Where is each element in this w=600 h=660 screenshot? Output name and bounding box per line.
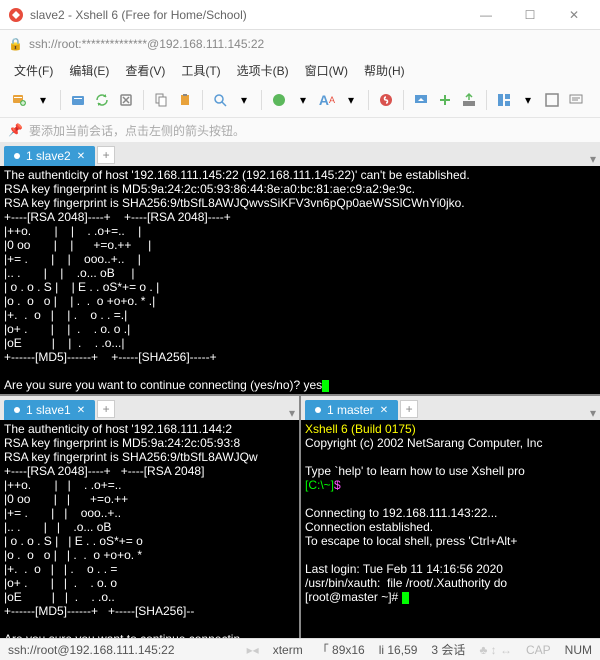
status-dot-icon xyxy=(315,407,321,413)
status-connection: ssh://root@192.168.111.145:22 xyxy=(8,643,175,657)
titlebar: slave2 - Xshell 6 (Free for Home/School)… xyxy=(0,0,600,30)
font-button[interactable]: AA xyxy=(316,89,338,111)
tabbar-slave1: 1 slave1 ✕ + ▾ xyxy=(0,396,299,420)
separator xyxy=(403,90,404,110)
menu-help[interactable]: 帮助(H) xyxy=(358,60,411,81)
menu-edit[interactable]: 编辑(E) xyxy=(63,60,115,81)
menu-tabs[interactable]: 选项卡(B) xyxy=(231,60,295,81)
find-button[interactable] xyxy=(209,89,231,111)
script-button[interactable] xyxy=(375,89,397,111)
menu-window[interactable]: 窗口(W) xyxy=(299,60,354,81)
pin-icon[interactable]: 📌 xyxy=(8,123,23,137)
tab-slave1[interactable]: 1 slave1 ✕ xyxy=(4,400,95,420)
close-button[interactable]: ✕ xyxy=(556,3,592,27)
color-dropdown[interactable]: ▾ xyxy=(292,89,314,111)
new-tab-button[interactable]: + xyxy=(400,400,418,418)
address-bar: 🔒 ssh://root:**************@192.168.111.… xyxy=(0,30,600,58)
copy-button[interactable] xyxy=(150,89,172,111)
color-button[interactable] xyxy=(268,89,290,111)
minimize-button[interactable]: — xyxy=(468,3,504,27)
separator xyxy=(202,90,203,110)
separator xyxy=(143,90,144,110)
tabbar-slave2: 1 slave2 ✕ + ▾ xyxy=(0,142,600,166)
font-dropdown[interactable]: ▾ xyxy=(340,89,362,111)
transfer-button[interactable] xyxy=(410,89,432,111)
separator xyxy=(60,90,61,110)
layout-button[interactable] xyxy=(493,89,515,111)
close-tab-icon[interactable]: ✕ xyxy=(77,405,85,416)
terminal-slave1[interactable]: The authenticity of host '192.168.111.14… xyxy=(0,420,299,638)
tab-dropdown[interactable]: ▾ xyxy=(590,406,596,420)
find-dropdown[interactable]: ▾ xyxy=(233,89,255,111)
status-num: NUM xyxy=(565,643,592,657)
status-dot-icon xyxy=(14,153,20,159)
status-term-type: xterm xyxy=(273,643,303,657)
close-tab-icon[interactable]: ✕ xyxy=(380,405,388,416)
tab-dropdown[interactable]: ▾ xyxy=(289,406,295,420)
upload-button[interactable] xyxy=(458,89,480,111)
hint-text: 要添加当前会话，点击左侧的箭头按钮。 xyxy=(29,122,245,139)
tab-dropdown[interactable]: ▾ xyxy=(590,152,596,166)
menu-tools[interactable]: 工具(T) xyxy=(175,60,226,81)
separator xyxy=(368,90,369,110)
menu-bar: 文件(F) 编辑(E) 查看(V) 工具(T) 选项卡(B) 窗口(W) 帮助(… xyxy=(0,58,600,82)
separator xyxy=(261,90,262,110)
tab-label: 1 slave2 xyxy=(26,149,71,163)
menu-file[interactable]: 文件(F) xyxy=(8,60,59,81)
status-dot-icon xyxy=(14,407,20,413)
lock-icon: 🔒 xyxy=(8,37,23,51)
paste-button[interactable] xyxy=(174,89,196,111)
hint-bar: 📌 要添加当前会话，点击左侧的箭头按钮。 xyxy=(0,118,600,142)
fullscreen-button[interactable] xyxy=(541,89,563,111)
pane-slave2: 1 slave2 ✕ + ▾ The authenticity of host … xyxy=(0,142,600,394)
new-tab-button[interactable]: + xyxy=(97,400,115,418)
close-tab-icon[interactable]: ✕ xyxy=(77,151,85,162)
status-size: 「 89x16 xyxy=(317,641,365,658)
menu-view[interactable]: 查看(V) xyxy=(119,60,171,81)
new-tab-button[interactable]: + xyxy=(97,146,115,164)
disconnect-button[interactable] xyxy=(115,89,137,111)
maximize-button[interactable]: ☐ xyxy=(512,3,548,27)
status-sessions: 3 会话 xyxy=(431,641,465,658)
status-cursor-pos: li 16,59 xyxy=(379,643,418,657)
toolbar: ▾ ▾ ▾ AA ▾ ▾ xyxy=(0,82,600,118)
app-icon xyxy=(8,7,24,23)
pane-slave1: 1 slave1 ✕ + ▾ The authenticity of host … xyxy=(0,396,299,638)
status-caps: CAP xyxy=(526,643,551,657)
tab-label: 1 slave1 xyxy=(26,403,71,417)
xftp-button[interactable] xyxy=(434,89,456,111)
tab-master[interactable]: 1 master ✕ xyxy=(305,400,398,420)
status-bar: ssh://root@192.168.111.145:22 ▸◂ xterm 「… xyxy=(0,638,600,660)
open-button[interactable] xyxy=(67,89,89,111)
bottom-row: 1 slave1 ✕ + ▾ The authenticity of host … xyxy=(0,396,600,638)
panes: 1 slave2 ✕ + ▾ The authenticity of host … xyxy=(0,142,600,638)
new-session-dropdown[interactable]: ▾ xyxy=(32,89,54,111)
cursor xyxy=(402,592,409,604)
compose-button[interactable] xyxy=(565,89,587,111)
new-session-button[interactable] xyxy=(8,89,30,111)
address-text[interactable]: ssh://root:**************@192.168.111.14… xyxy=(29,37,592,51)
tab-label: 1 master xyxy=(327,403,374,417)
window-title: slave2 - Xshell 6 (Free for Home/School) xyxy=(30,8,468,22)
tabbar-master: 1 master ✕ + ▾ xyxy=(301,396,600,420)
reconnect-button[interactable] xyxy=(91,89,113,111)
terminal-slave2[interactable]: The authenticity of host '192.168.111.14… xyxy=(0,166,600,394)
terminal-master[interactable]: Xshell 6 (Build 0175) Copyright (c) 2002… xyxy=(301,420,600,638)
pane-master: 1 master ✕ + ▾ Xshell 6 (Build 0175) Cop… xyxy=(301,396,600,638)
layout-dropdown[interactable]: ▾ xyxy=(517,89,539,111)
tab-slave2[interactable]: 1 slave2 ✕ xyxy=(4,146,95,166)
separator xyxy=(486,90,487,110)
cursor xyxy=(322,380,329,392)
